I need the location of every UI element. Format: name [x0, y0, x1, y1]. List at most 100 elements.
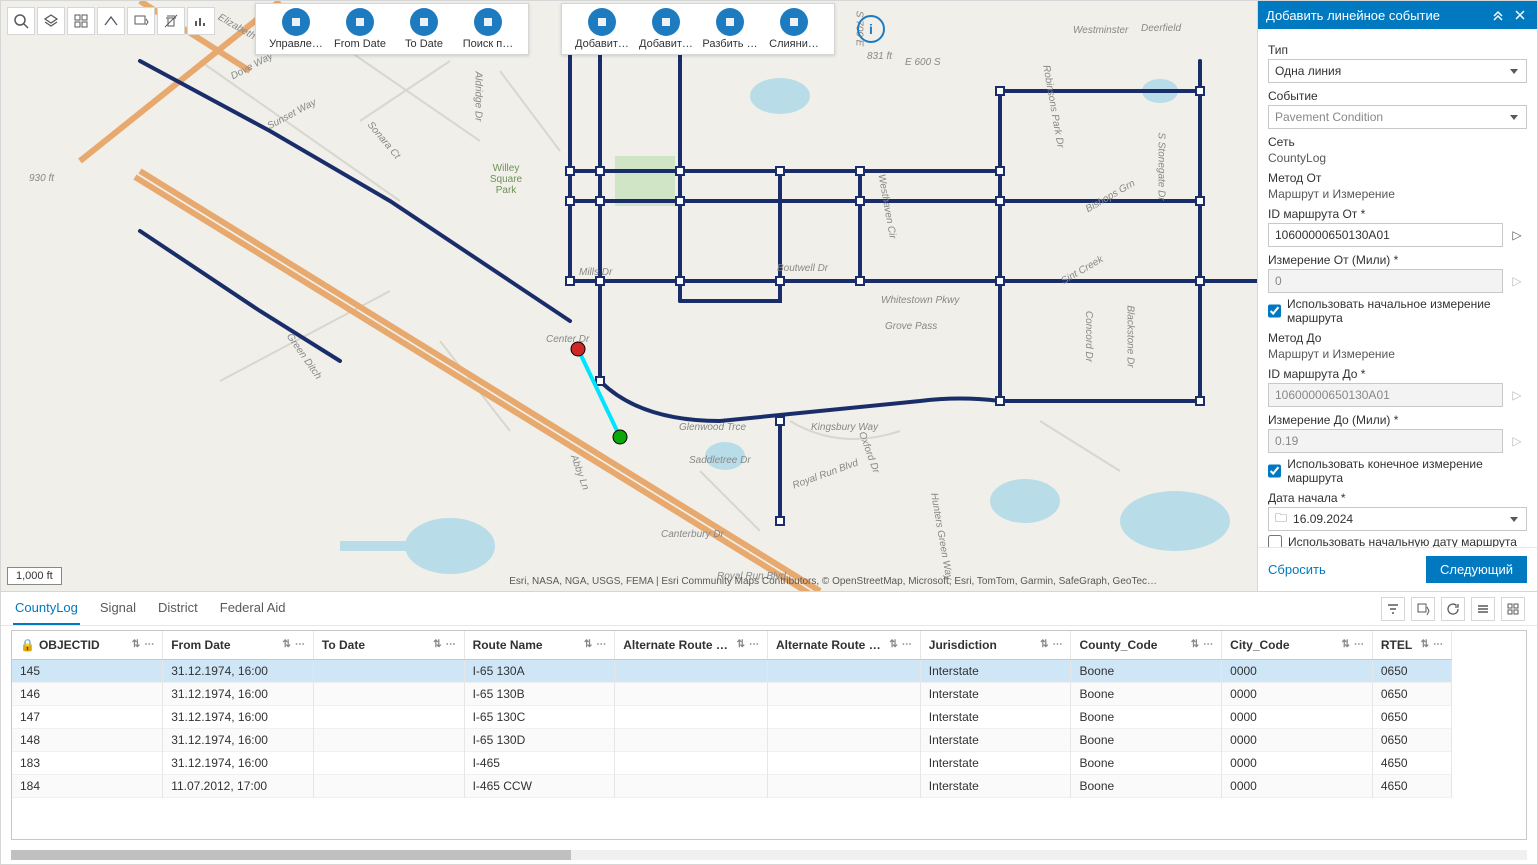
tab-countylog[interactable]: CountyLog — [13, 592, 80, 625]
method-from-label: Метод От — [1268, 171, 1527, 185]
map-label: S Stonegate Dr — [1156, 132, 1167, 200]
map-label: 930 ft — [29, 173, 54, 184]
method-to-label: Метод До — [1268, 331, 1527, 345]
network-label: Сеть — [1268, 135, 1527, 149]
column-menu-icon[interactable]: ⋯ — [446, 639, 456, 650]
next-button[interactable]: Следующий — [1426, 556, 1527, 583]
reset-button[interactable]: Сбросить — [1268, 562, 1326, 577]
table-row[interactable]: 14731.12.1974, 16:00I-65 130CInterstateB… — [12, 705, 1452, 728]
event-label: Событие — [1268, 89, 1527, 103]
tab-district[interactable]: District — [156, 592, 200, 625]
use-start-date-checkbox[interactable]: Использовать начальную дату маршрута — [1268, 535, 1527, 547]
map-label: Kingsbury Way — [811, 422, 878, 433]
collapse-icon[interactable] — [1489, 6, 1507, 24]
toolbar-split[interactable]: Разбить … — [698, 8, 762, 50]
column-menu-icon[interactable]: ⋯ — [1433, 639, 1443, 650]
sort-icon[interactable]: ⇅ — [282, 639, 290, 650]
close-icon[interactable] — [1511, 6, 1529, 24]
search-button[interactable] — [7, 7, 35, 35]
tab-federal-aid[interactable]: Federal Aid — [218, 592, 288, 625]
col-header[interactable]: Alternate Route …⇅⋯ — [615, 631, 768, 659]
toolbar-group-events: Добавит…Добавит…Разбить …Слияни… — [561, 3, 835, 55]
type-select[interactable]: Одна линия — [1268, 59, 1527, 83]
grid-selection-button[interactable] — [1411, 597, 1435, 621]
table-row[interactable]: 14831.12.1974, 16:00I-65 130DInterstateB… — [12, 728, 1452, 751]
tab-signal[interactable]: Signal — [98, 592, 138, 625]
grid-refresh-button[interactable] — [1441, 597, 1465, 621]
col-header[interactable]: From Date⇅⋯ — [163, 631, 314, 659]
calendar-icon: 🗀 — [1275, 509, 1287, 530]
column-menu-icon[interactable]: ⋯ — [144, 639, 154, 650]
col-header[interactable]: City_Code⇅⋯ — [1222, 631, 1373, 659]
horizontal-scrollbar[interactable] — [11, 850, 1527, 860]
basemap-button[interactable] — [67, 7, 95, 35]
measure-button[interactable] — [97, 7, 125, 35]
sort-icon[interactable]: ⇅ — [889, 639, 897, 650]
sort-icon[interactable]: ⇅ — [433, 639, 441, 650]
toolbar-search-plus[interactable]: Поиск п… — [456, 8, 520, 50]
toolbar-manage[interactable]: Управле… — [264, 8, 328, 50]
toolbar-filter[interactable]: To Date — [392, 8, 456, 50]
route-from-input[interactable]: 10600000650130A01 — [1268, 223, 1503, 247]
col-header[interactable]: 🔒 OBJECTID⇅⋯ — [12, 631, 163, 659]
map-label: Concord Dr — [1083, 311, 1094, 362]
chart-button[interactable] — [187, 7, 215, 35]
event-select[interactable]: Pavement Condition — [1268, 105, 1527, 129]
column-menu-icon[interactable]: ⋯ — [1052, 639, 1062, 650]
sort-icon[interactable]: ⇅ — [737, 639, 745, 650]
table-row[interactable]: 18411.07.2012, 17:00I-465 CCWInterstateB… — [12, 774, 1452, 797]
sort-icon[interactable]: ⇅ — [1421, 639, 1429, 650]
lock-icon: 🔒 — [20, 638, 35, 652]
map-label: Westminster — [1073, 25, 1128, 36]
map-label: Mills Dr — [579, 267, 612, 278]
toolbar-add-line[interactable]: Добавит… — [634, 8, 698, 50]
pick-route-from-icon[interactable]: ▷ — [1507, 225, 1527, 245]
sort-icon[interactable]: ⇅ — [584, 639, 592, 650]
start-date-input[interactable]: 🗀16.09.2024 — [1268, 507, 1527, 531]
column-menu-icon[interactable]: ⋯ — [749, 639, 759, 650]
use-end-measure-checkbox[interactable]: Использовать конечное измерение маршрута — [1268, 457, 1527, 485]
sort-icon[interactable]: ⇅ — [132, 639, 140, 650]
col-header[interactable]: To Date⇅⋯ — [313, 631, 464, 659]
route-to-input: 10600000650130A01 — [1268, 383, 1503, 407]
map-attribution: Esri, NASA, NGA, USGS, FEMA | Esri Commu… — [509, 576, 1157, 587]
column-menu-icon[interactable]: ⋯ — [902, 639, 912, 650]
map-label: Saddletree Dr — [689, 455, 751, 466]
pick-measure-from-icon[interactable]: ▷ — [1507, 271, 1527, 291]
method-to-value: Маршрут и Измерение — [1268, 347, 1527, 361]
col-header[interactable]: Jurisdiction⇅⋯ — [920, 631, 1071, 659]
col-header[interactable]: RTEL⇅⋯ — [1372, 631, 1451, 659]
toolbar-merge[interactable]: Слияни… — [762, 8, 826, 50]
info-button[interactable]: i — [857, 15, 885, 43]
pick-route-to-icon[interactable]: ▷ — [1507, 385, 1527, 405]
pick-measure-to-icon[interactable]: ▷ — [1507, 431, 1527, 451]
sort-icon[interactable]: ⇅ — [1040, 639, 1048, 650]
column-menu-icon[interactable]: ⋯ — [596, 639, 606, 650]
col-header[interactable]: Route Name⇅⋯ — [464, 631, 615, 659]
toolbar-add-point[interactable]: Добавит… — [570, 8, 634, 50]
table-row[interactable]: 14531.12.1974, 16:00I-65 130AInterstateB… — [12, 659, 1452, 682]
start-date-label: Дата начала * — [1268, 491, 1527, 505]
column-menu-icon[interactable]: ⋯ — [1354, 639, 1364, 650]
use-start-measure-checkbox[interactable]: Использовать начальное измерение маршрут… — [1268, 297, 1527, 325]
map-label: Boutwell Dr — [777, 263, 828, 274]
sort-icon[interactable]: ⇅ — [1341, 639, 1349, 650]
table-row[interactable]: 14631.12.1974, 16:00I-65 130BInterstateB… — [12, 682, 1452, 705]
map-label: Deerfield — [1141, 23, 1181, 34]
col-header[interactable]: County_Code⇅⋯ — [1071, 631, 1222, 659]
grid-columns-button[interactable] — [1471, 597, 1495, 621]
column-menu-icon[interactable]: ⋯ — [295, 639, 305, 650]
select-button[interactable] — [127, 7, 155, 35]
table-row[interactable]: 18331.12.1974, 16:00I-465InterstateBoone… — [12, 751, 1452, 774]
col-header[interactable]: Alternate Route …⇅⋯ — [768, 631, 921, 659]
grid-filter-button[interactable] — [1381, 597, 1405, 621]
route-from-label: ID маршрута От * — [1268, 207, 1527, 221]
grid-options-button[interactable] — [1501, 597, 1525, 621]
layers-button[interactable] — [37, 7, 65, 35]
panel-title: Добавить линейное событие — [1266, 8, 1440, 23]
column-menu-icon[interactable]: ⋯ — [1203, 639, 1213, 650]
clear-button[interactable] — [157, 7, 185, 35]
map-label: 831 ft — [867, 51, 892, 62]
sort-icon[interactable]: ⇅ — [1191, 639, 1199, 650]
toolbar-filter[interactable]: From Date — [328, 8, 392, 50]
